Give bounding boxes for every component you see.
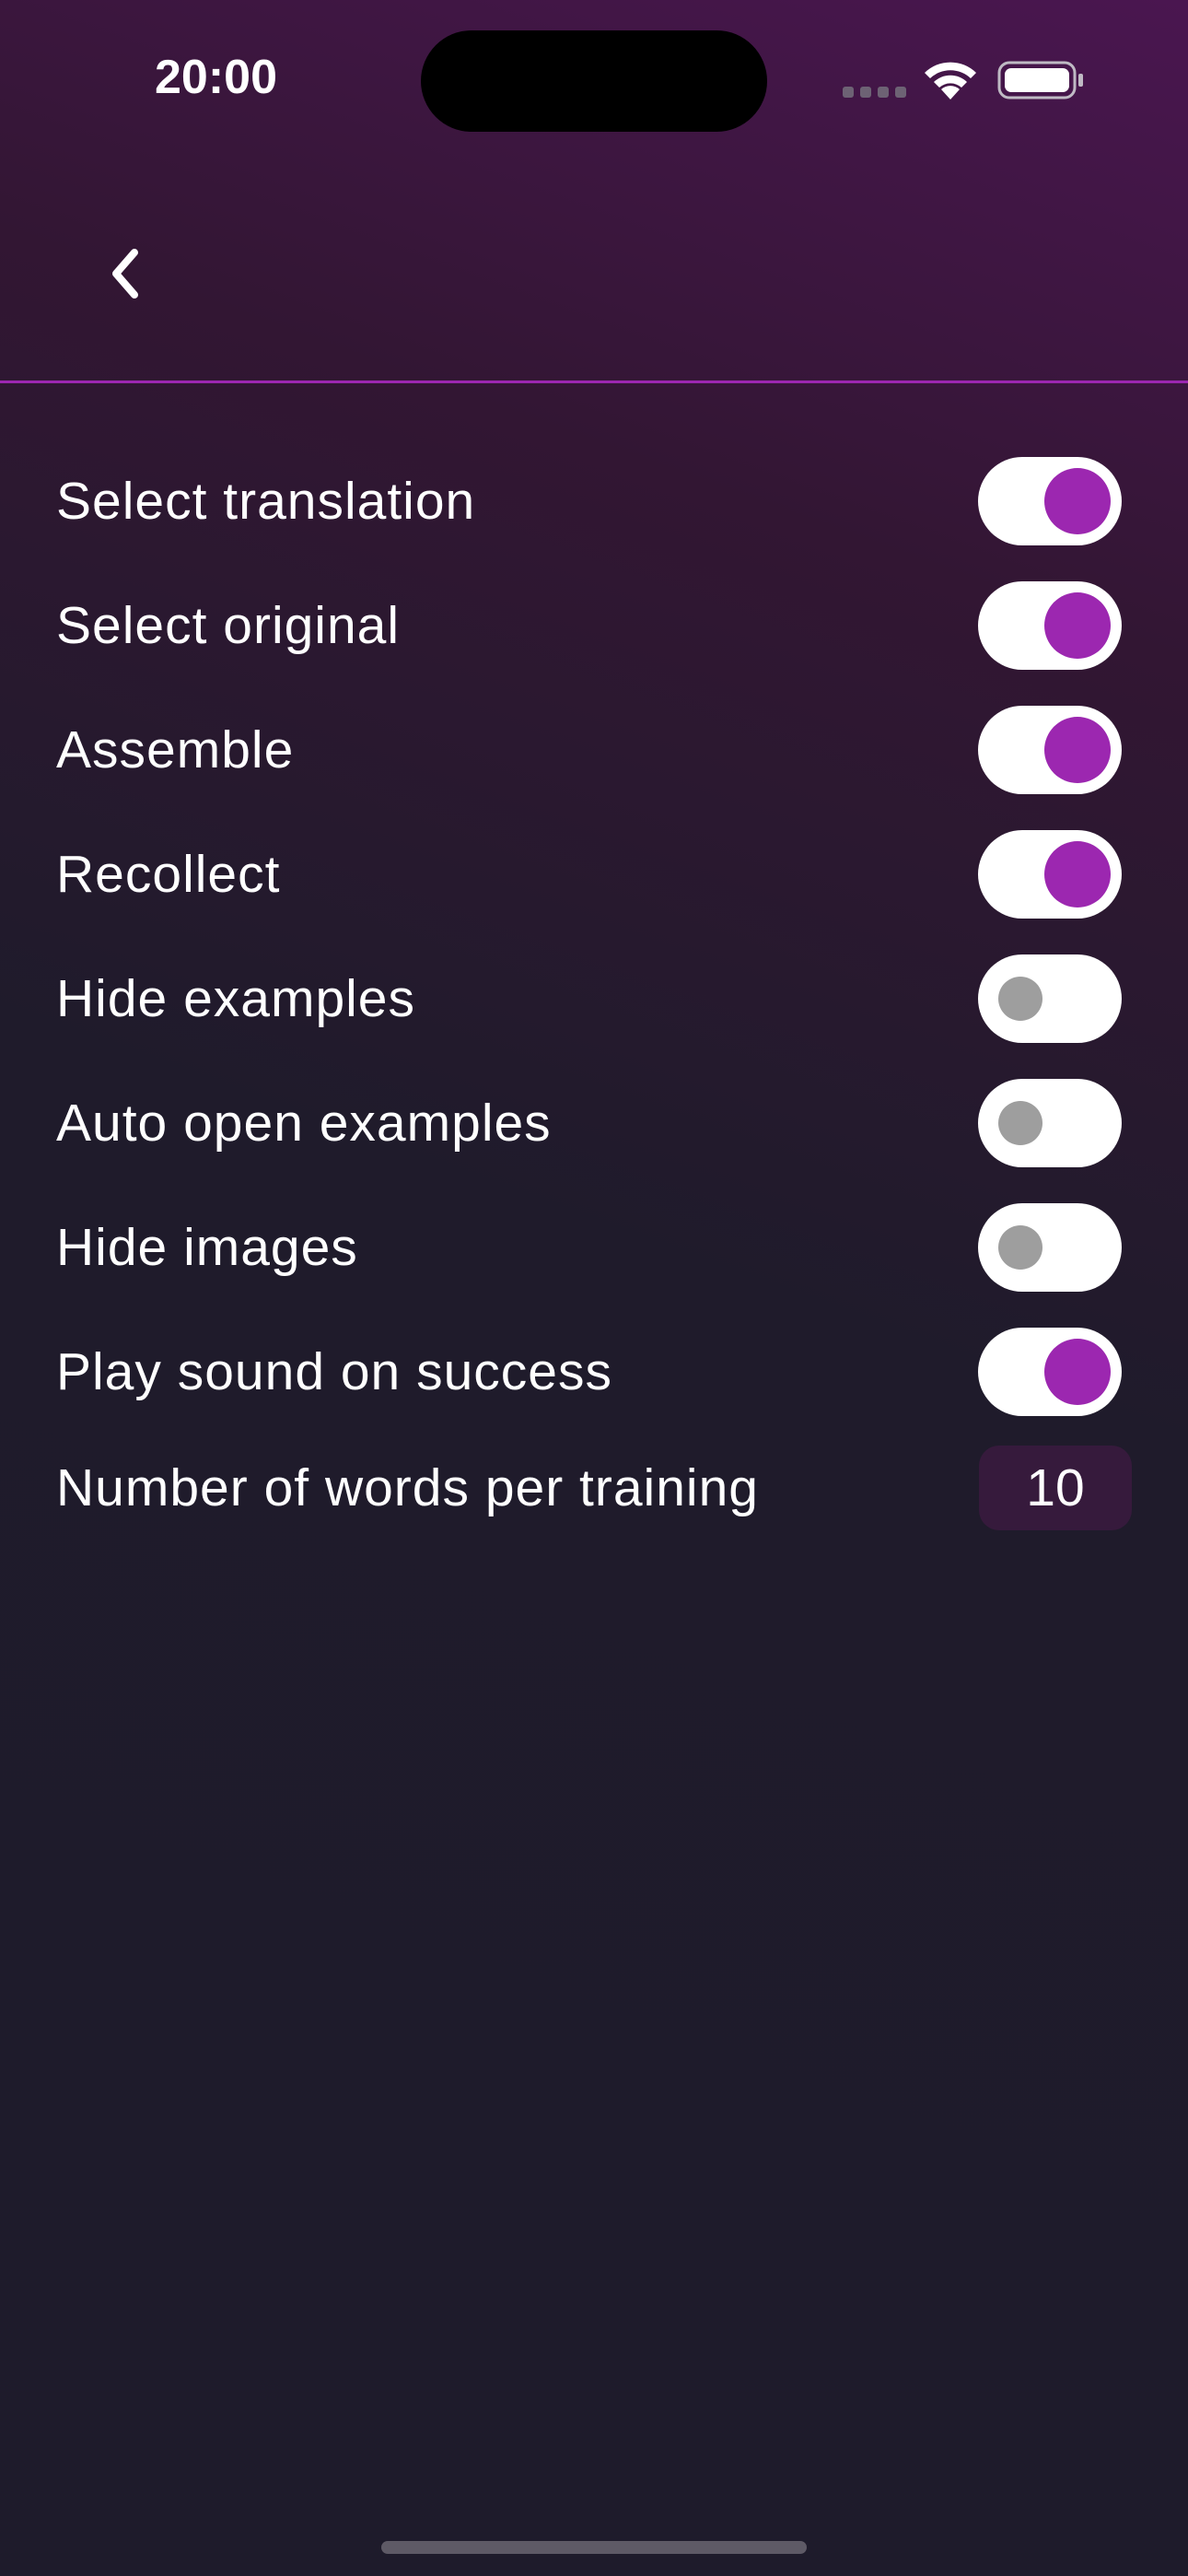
setting-row-assemble: Assemble	[0, 699, 1188, 801]
setting-row-recollect: Recollect	[0, 824, 1188, 925]
toggle-knob	[1044, 592, 1111, 659]
setting-label: Select translation	[56, 472, 476, 531]
toggle-knob	[998, 1101, 1042, 1145]
back-button[interactable]	[99, 241, 151, 306]
toggle-knob	[998, 1225, 1042, 1270]
toggle-knob	[1044, 717, 1111, 783]
setting-row-words-per-training: Number of words per training 10	[0, 1437, 1188, 1539]
dynamic-island	[421, 30, 767, 132]
setting-label: Recollect	[56, 845, 281, 904]
auto-open-examples-toggle[interactable]	[978, 1079, 1122, 1167]
header-divider	[0, 381, 1188, 383]
chevron-left-icon	[112, 249, 138, 299]
home-indicator	[381, 2541, 807, 2554]
toggle-knob	[1044, 841, 1111, 907]
setting-label: Hide images	[56, 1218, 358, 1277]
toggle-knob	[998, 977, 1042, 1021]
select-translation-toggle[interactable]	[978, 457, 1122, 545]
setting-row-hide-images: Hide images	[0, 1197, 1188, 1298]
toggle-knob	[1044, 468, 1111, 534]
wifi-icon	[925, 62, 976, 100]
setting-label: Hide examples	[56, 969, 416, 1028]
setting-row-select-translation: Select translation	[0, 451, 1188, 552]
assemble-toggle[interactable]	[978, 706, 1122, 794]
recollect-toggle[interactable]	[978, 830, 1122, 919]
setting-row-select-original: Select original	[0, 575, 1188, 676]
setting-label: Assemble	[56, 720, 295, 779]
setting-row-auto-open-examples: Auto open examples	[0, 1072, 1188, 1174]
cellular-signal-icon	[843, 87, 907, 98]
hide-images-toggle[interactable]	[978, 1203, 1122, 1292]
battery-icon	[997, 61, 1083, 100]
setting-label: Number of words per training	[56, 1458, 759, 1517]
setting-row-play-sound-on-success: Play sound on success	[0, 1321, 1188, 1423]
hide-examples-toggle[interactable]	[978, 954, 1122, 1043]
setting-label: Select original	[56, 596, 401, 655]
toggle-knob	[1044, 1339, 1111, 1405]
select-original-toggle[interactable]	[978, 581, 1122, 670]
play-sound-on-success-toggle[interactable]	[978, 1328, 1122, 1416]
status-time: 20:00	[155, 51, 277, 104]
words-per-training-field[interactable]: 10	[979, 1446, 1132, 1530]
setting-label: Auto open examples	[56, 1094, 552, 1153]
setting-row-hide-examples: Hide examples	[0, 948, 1188, 1049]
setting-label: Play sound on success	[56, 1342, 612, 1401]
